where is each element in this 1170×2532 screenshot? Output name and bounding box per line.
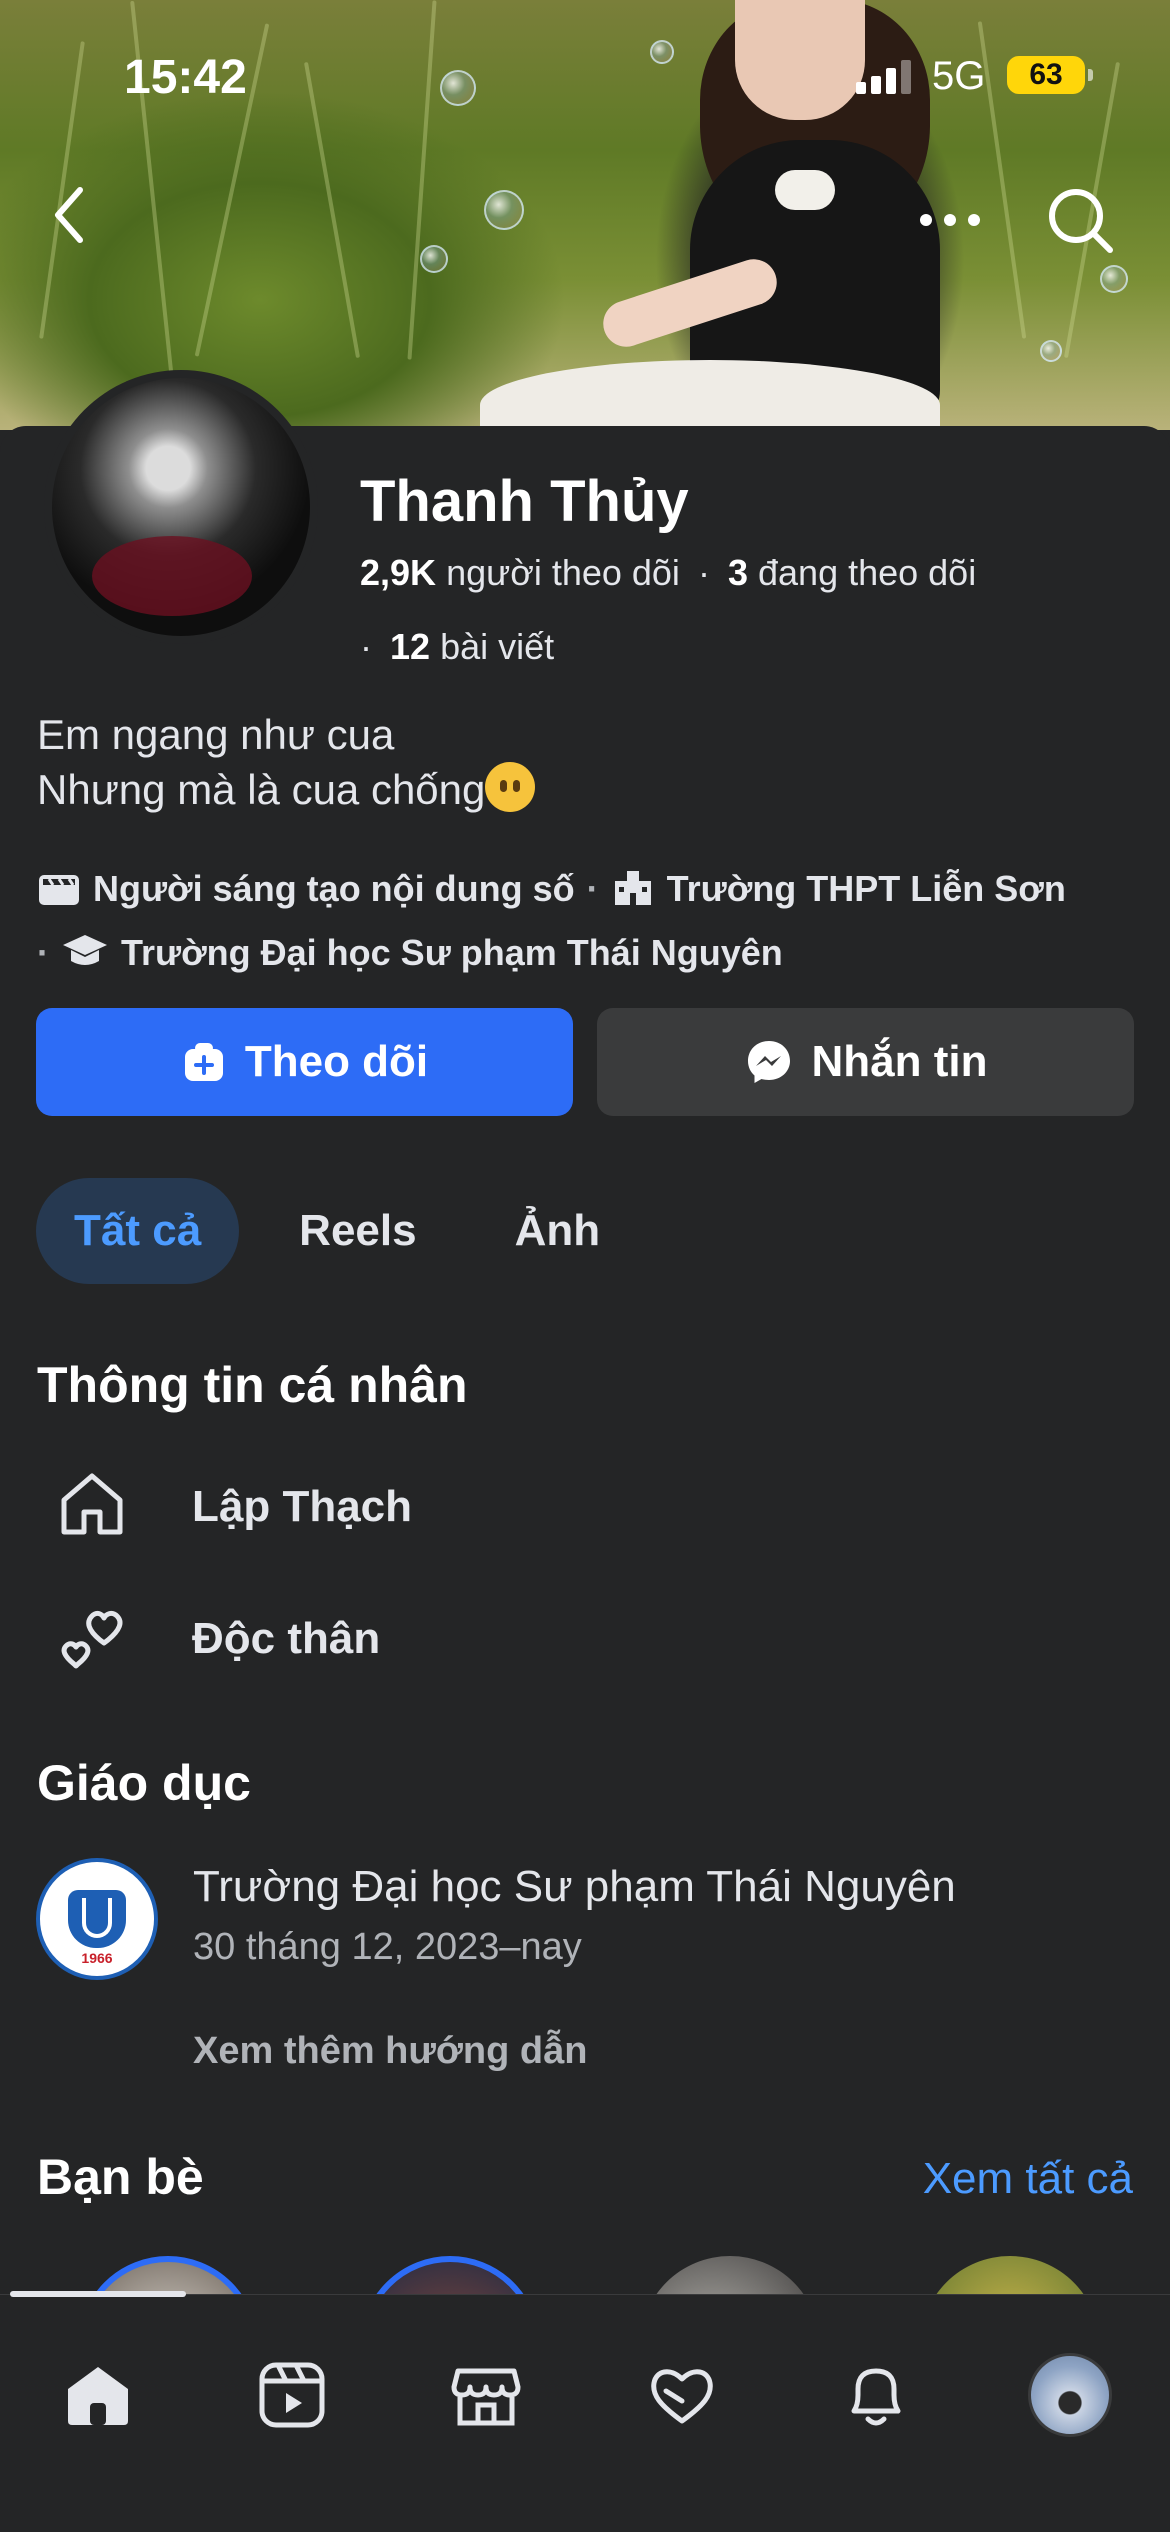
profile-stats: 2,9K người theo dõi · 3 đang theo dõi — [360, 552, 977, 593]
profile-avatar-icon — [1028, 2353, 1112, 2437]
followers-label[interactable]: người theo dõi — [446, 552, 680, 593]
following-count[interactable]: 3 — [728, 552, 748, 593]
hometown-text: Lập Thạch — [192, 1482, 413, 1531]
active-tab-indicator — [10, 2291, 186, 2297]
tab-reels[interactable]: Reels — [261, 1178, 454, 1284]
chevron-left-icon — [55, 187, 83, 243]
personal-info-title: Thông tin cá nhân — [37, 1357, 468, 1413]
nav-reels[interactable] — [242, 2345, 342, 2445]
nav-notifications[interactable] — [826, 2345, 926, 2445]
search-button[interactable] — [1040, 180, 1120, 260]
messenger-icon — [747, 1041, 790, 1083]
graduation-cap-icon — [61, 930, 109, 988]
tab-all[interactable]: Tất cả — [36, 1178, 240, 1284]
hometown-row[interactable]: Lập Thạch — [56, 1468, 412, 1540]
cellular-signal-icon — [856, 60, 911, 94]
more-options-button[interactable] — [910, 190, 990, 250]
search-icon — [1049, 189, 1113, 253]
follow-button[interactable]: Theo dõi — [36, 1008, 573, 1116]
education-school[interactable]: Trường Đại học Sư phạm Thái Nguyên — [193, 1862, 956, 1912]
school-building-icon — [611, 866, 655, 924]
bell-icon — [851, 2368, 901, 2426]
profile-name: Thanh Thủy — [360, 469, 689, 534]
status-bar: 15:42 5G 63 — [0, 0, 1170, 150]
bottom-navigation — [0, 2291, 1170, 2532]
home-icon — [61, 1473, 123, 1535]
nav-dating[interactable] — [632, 2345, 732, 2445]
followers-count[interactable]: 2,9K — [360, 552, 436, 593]
school-logo[interactable]: 1966 — [36, 1858, 158, 1980]
profile-avatar[interactable] — [44, 370, 318, 644]
add-friend-icon — [184, 1043, 223, 1081]
relationship-row[interactable]: Độc thân — [56, 1600, 380, 1672]
back-button[interactable] — [40, 180, 100, 250]
friends-title: Bạn bè — [37, 2149, 204, 2205]
school-link-1[interactable]: Trường THPT Liễn Sơn — [667, 868, 1066, 909]
message-label: Nhắn tin — [811, 1037, 988, 1086]
profile-posts-stat: · 12 bài viết — [360, 626, 555, 667]
follow-label: Theo dõi — [244, 1037, 429, 1086]
nav-marketplace[interactable] — [436, 2345, 536, 2445]
following-label[interactable]: đang theo dõi — [758, 552, 976, 593]
hearts-icon — [61, 1610, 123, 1669]
posts-label: bài viết — [440, 626, 555, 667]
tab-photos[interactable]: Ảnh — [477, 1178, 639, 1284]
network-type: 5G — [932, 54, 986, 98]
clapperboard-icon — [37, 866, 81, 924]
no-mouth-emoji-icon — [485, 762, 536, 812]
more-dots-icon — [920, 214, 980, 226]
marketplace-icon — [451, 2368, 521, 2426]
creator-category: Người sáng tạo nội dung số — [93, 868, 575, 909]
relationship-text: Độc thân — [192, 1614, 381, 1663]
see-all-friends-link[interactable]: Xem tất cả — [923, 2154, 1133, 2204]
education-title: Giáo dục — [37, 1755, 251, 1811]
see-more-guide-link[interactable]: Xem thêm hướng dẫn — [193, 2030, 587, 2073]
profile-tabs: Tất cả Reels Ảnh — [36, 1178, 638, 1284]
battery-icon: 63 — [1007, 56, 1093, 94]
bio-line-2: Nhưng mà là cua chống — [37, 766, 486, 813]
education-date: 30 tháng 12, 2023–nay — [193, 1926, 582, 1968]
nav-profile[interactable] — [1020, 2345, 1120, 2445]
heart-icon — [651, 2369, 713, 2424]
status-time: 15:42 — [124, 51, 247, 104]
bio-line-1: Em ngang như cua — [37, 711, 395, 758]
posts-count: 12 — [390, 626, 431, 667]
profile-details: Người sáng tạo nội dung số · Trường THPT … — [37, 860, 1147, 988]
profile-bio: Em ngang như cua Nhưng mà là cua chống — [37, 708, 536, 817]
message-button[interactable]: Nhắn tin — [597, 1008, 1134, 1116]
reels-icon — [259, 2362, 325, 2428]
school-link-2[interactable]: Trường Đại học Sư phạm Thái Nguyên — [121, 932, 783, 973]
home-icon — [68, 2367, 128, 2425]
nav-home[interactable] — [48, 2345, 148, 2445]
